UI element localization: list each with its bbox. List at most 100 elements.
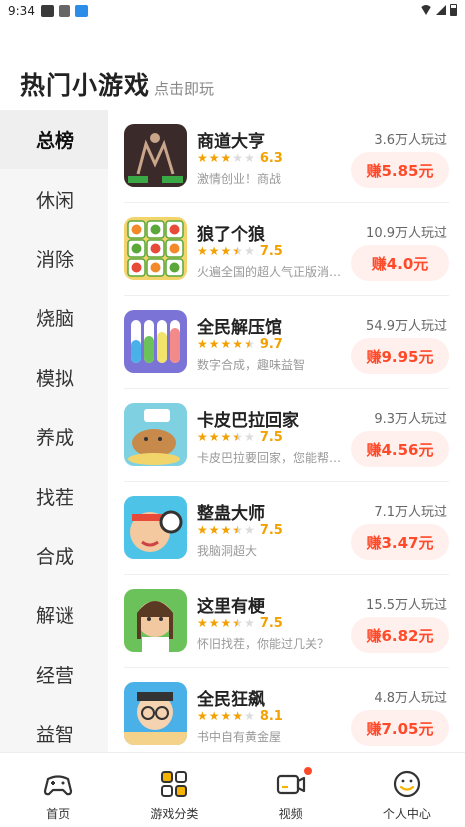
tab-categories-label: 游戏分类 <box>150 807 199 821</box>
game-rating: ★ ★ ★ ★ ★ 6.3 <box>197 150 283 166</box>
star-icon: ★ <box>197 337 208 351</box>
game-score: 8.1 <box>259 708 283 724</box>
half-star-icon: ★ <box>232 430 244 444</box>
video-notification-badge <box>303 767 312 775</box>
gamepad-icon <box>44 775 73 796</box>
star-icon: ★ <box>220 709 232 723</box>
sidebar-category[interactable]: 合成 <box>0 526 108 585</box>
star-icon: ★ <box>208 244 220 258</box>
earn-button[interactable]: 赚6.82元 <box>351 617 449 653</box>
game-thumbnail[interactable] <box>124 217 187 280</box>
wifi-icon <box>420 5 432 15</box>
game-list-item[interactable]: 卡皮巴拉回家 ★ ★ ★ ★ ★ 7.5 卡皮巴拉要回家，您能帮帮它吗 9.3万人玩过 赚… <box>124 389 449 482</box>
game-description: 激情创业！商战 <box>197 172 282 186</box>
sidebar-category[interactable]: 烧脑 <box>0 288 108 347</box>
star-icon: ★ <box>220 616 232 630</box>
game-thumbnail[interactable] <box>124 310 187 373</box>
game-list-item[interactable]: 全民狂飙 ★ ★ ★ ★ ★ 8.1 书中自有黄金屋 4.8万人玩过 赚7.05元 <box>124 668 449 752</box>
earn-button[interactable]: 赚5.85元 <box>351 152 449 188</box>
category-sidebar[interactable]: 总榜 休闲 消除 烧脑 模拟 养成 找茬 合成 解谜 经营 益智 <box>0 110 108 752</box>
star-icon: ★ <box>244 244 255 258</box>
game-thumbnail[interactable] <box>124 496 187 559</box>
android-notification-icon <box>58 5 70 17</box>
sidebar-category[interactable]: 消除 <box>0 229 108 288</box>
app-notification-icon <box>40 5 54 17</box>
game-player-count: 10.9万人玩过 <box>366 226 447 241</box>
game-description: 书中自有黄金屋 <box>197 730 282 744</box>
earn-button[interactable]: 赚4.0元 <box>351 245 449 281</box>
game-score: 7.5 <box>259 522 283 538</box>
star-icon: ★ <box>244 430 255 444</box>
game-list-item[interactable]: 商道大亨 ★ ★ ★ ★ ★ 6.3 激情创业！商战 3.6万人玩过 赚5.85元 <box>124 110 449 203</box>
star-icon: ★ <box>197 523 208 537</box>
half-star-icon: ★ <box>232 616 244 630</box>
tab-categories[interactable]: 游戏分类 <box>116 753 232 827</box>
game-list-item[interactable]: 狼了个狼 ★ ★ ★ ★ ★ 7.5 火遍全国的超人气正版消除游戏 10.9万人玩过 赚4… <box>124 203 449 296</box>
game-player-count: 9.3万人玩过 <box>374 412 447 427</box>
game-player-count: 4.8万人玩过 <box>374 691 447 706</box>
game-description: 我脑洞超大 <box>197 544 258 558</box>
game-rating: ★ ★ ★ ★ ★ 9.7 <box>197 336 283 352</box>
star-icon: ★ <box>208 616 220 630</box>
game-thumbnail[interactable] <box>124 124 187 187</box>
game-list-item[interactable]: 这里有梗 ★ ★ ★ ★ ★ 7.5 怀旧找茬，你能过几关？ 15.5万人玩过 赚6.82… <box>124 575 449 668</box>
star-icon: ★ <box>244 709 255 723</box>
sidebar-category[interactable]: 模拟 <box>0 348 108 407</box>
page-header: 热门小游戏 点击即玩 <box>20 66 214 102</box>
game-rating: ★ ★ ★ ★ ★ 8.1 <box>197 708 283 724</box>
game-rating: ★ ★ ★ ★ ★ 7.5 <box>197 243 283 259</box>
star-icon: ★ <box>232 151 244 165</box>
game-thumbnail[interactable] <box>124 682 187 745</box>
game-thumbnail[interactable] <box>124 403 187 466</box>
tab-video[interactable]: 视频 <box>233 753 349 827</box>
sidebar-category[interactable]: 休闲 <box>0 169 108 228</box>
tab-profile[interactable]: 个人中心 <box>349 753 465 827</box>
game-list-item[interactable]: 整蛊大师 ★ ★ ★ ★ ★ 7.5 我脑洞超大 7.1万人玩过 赚3.47元 <box>124 482 449 575</box>
star-icon: ★ <box>208 337 220 351</box>
game-list-item[interactable]: 全民解压馆 ★ ★ ★ ★ ★ 9.7 数字合成，趣味益智 54.9万人玩过 赚9.95元 <box>124 296 449 389</box>
game-player-count: 54.9万人玩过 <box>366 319 447 334</box>
sidebar-category[interactable]: 益智 <box>0 704 108 752</box>
star-icon: ★ <box>208 430 220 444</box>
tab-home[interactable]: 首页 <box>0 753 116 827</box>
sidebar-category[interactable]: 养成 <box>0 407 108 466</box>
sidebar-category[interactable]: 经营 <box>0 645 108 704</box>
star-icon: ★ <box>197 430 208 444</box>
star-icon: ★ <box>220 430 232 444</box>
half-star-icon: ★ <box>244 337 255 351</box>
game-description: 怀旧找茬，你能过几关？ <box>197 637 330 651</box>
tab-video-label: 视频 <box>278 807 303 821</box>
sidebar-category[interactable]: 解谜 <box>0 585 108 644</box>
earn-button[interactable]: 赚3.47元 <box>351 524 449 560</box>
app-notification-icon-2 <box>74 5 88 17</box>
signal-icon <box>436 5 446 15</box>
game-thumbnail[interactable] <box>124 589 187 652</box>
game-rating: ★ ★ ★ ★ ★ 7.5 <box>197 429 283 445</box>
sidebar-category[interactable]: 找茬 <box>0 466 108 525</box>
game-name: 全民解压馆 <box>197 318 282 338</box>
game-name: 商道大亨 <box>197 132 265 152</box>
star-icon: ★ <box>197 616 208 630</box>
earn-button[interactable]: 赚4.56元 <box>351 431 449 467</box>
earn-button[interactable]: 赚7.05元 <box>351 710 449 746</box>
earn-button[interactable]: 赚9.95元 <box>351 338 449 374</box>
grid-icon <box>161 771 188 797</box>
status-indicators <box>420 4 457 16</box>
video-icon <box>276 774 305 795</box>
sidebar-category[interactable]: 总榜 <box>0 110 108 170</box>
smile-icon <box>393 770 420 798</box>
star-icon: ★ <box>220 523 232 537</box>
game-list[interactable]: 商道大亨 ★ ★ ★ ★ ★ 6.3 激情创业！商战 3.6万人玩过 赚5.85元 狼了个… <box>108 110 465 752</box>
star-icon: ★ <box>244 616 255 630</box>
page-title: 热门小游戏 <box>20 71 151 100</box>
tab-profile-label: 个人中心 <box>382 807 431 821</box>
game-name: 这里有梗 <box>197 597 265 617</box>
game-name: 整蛊大师 <box>197 504 265 524</box>
status-time: 9:34 <box>8 4 35 18</box>
game-name: 狼了个狼 <box>197 225 265 245</box>
game-score: 7.5 <box>259 615 283 631</box>
game-description: 火遍全国的超人气正版消除游戏 <box>197 265 349 279</box>
star-icon: ★ <box>197 709 208 723</box>
star-icon: ★ <box>208 709 220 723</box>
game-score: 7.5 <box>259 243 283 259</box>
